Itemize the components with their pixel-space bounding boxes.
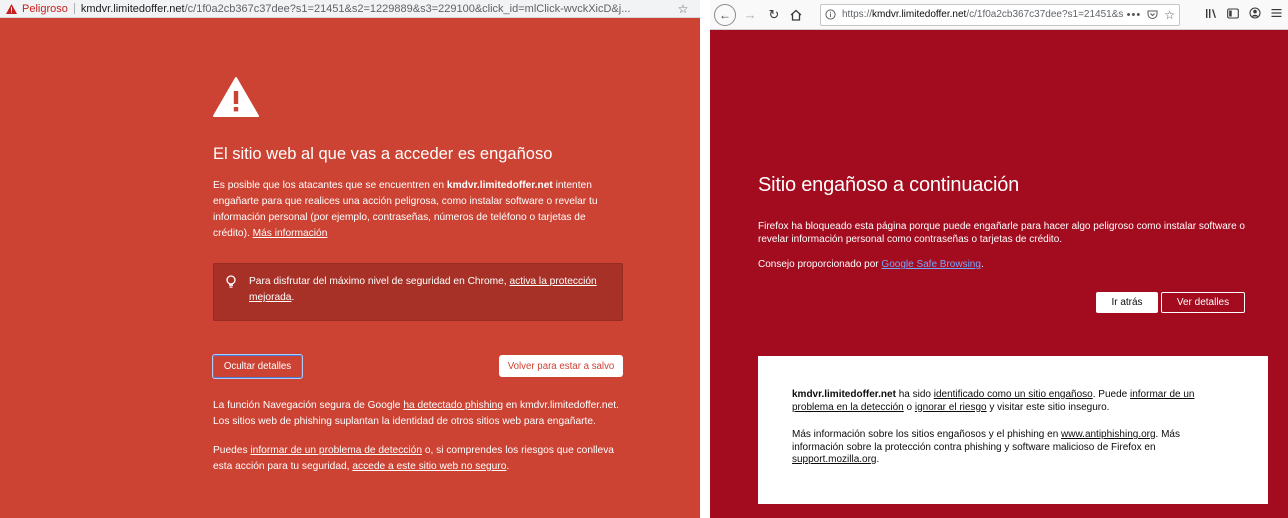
support-mozilla-link[interactable]: support.mozilla.org: [792, 454, 876, 465]
phishing-detected-link[interactable]: ha detectado phishing: [403, 400, 503, 411]
firefox-url-bar[interactable]: https://kmdvr.limitedoffer.net/c/1f0a2cb…: [820, 3, 1180, 26]
identified-deceptive-link[interactable]: identificado como un sitio engañoso: [934, 389, 1093, 400]
details-text: La función Navegación segura de Google: [213, 400, 404, 411]
details-text-5: .: [506, 461, 510, 472]
hide-details-button[interactable]: Ocultar detalles: [212, 354, 303, 379]
panel-paragraph-1: kmdvr.limitedoffer.net ha sido identific…: [792, 389, 1234, 414]
url-rest: /c/1f0a2cb367c37dee?s1=21451&s2=1229889&…: [184, 2, 631, 15]
panel-text: ha sido: [895, 389, 934, 400]
tip-end: .: [291, 292, 295, 303]
panel-host: kmdvr.limitedoffer.net: [792, 389, 896, 400]
more-info-link[interactable]: Más información: [253, 228, 328, 239]
panel-text-7: .: [876, 454, 880, 465]
firefox-url: https://kmdvr.limitedoffer.net/c/1f0a2cb…: [842, 9, 1123, 20]
page-actions-icon[interactable]: •••: [1127, 9, 1142, 21]
panel-text-4: y visitar este sitio inseguro.: [986, 401, 1110, 413]
danger-label: Peligroso: [22, 2, 68, 15]
panel-text-5: Más información sobre los sitios engaños…: [792, 429, 1062, 440]
star-icon[interactable]: ☆: [674, 2, 692, 16]
url-prefix: https://: [842, 9, 873, 20]
see-details-button[interactable]: Ver detalles: [1161, 292, 1245, 313]
toolbar-actions: [1205, 7, 1282, 22]
safe-browsing-link[interactable]: Google Safe Browsing: [881, 259, 981, 270]
chrome-interstitial-main: El sitio web al que vas a acceder es eng…: [213, 76, 623, 242]
divider: [700, 0, 710, 518]
back-to-safety-button[interactable]: Volver para estar a salvo: [499, 355, 623, 377]
reload-icon[interactable]: ↻: [764, 7, 784, 23]
url-rest: /c/1f0a2cb367c37dee?s1=21451&s2=1: [966, 9, 1123, 20]
enhanced-protection-tip: Para disfrutar del máximo nivel de segur…: [213, 263, 623, 321]
details-paragraph-1: La función Navegación segura de Google h…: [213, 398, 623, 430]
details-section: La función Navegación segura de Google h…: [213, 398, 623, 475]
page-title: Sitio engañoso a continuación: [758, 174, 1020, 196]
visit-unsafe-site-link[interactable]: accede a este sitio web no seguro: [352, 461, 506, 472]
tip-text: Para disfrutar del máximo nivel de segur…: [249, 276, 510, 287]
ignore-risk-link[interactable]: ignorar el riesgo: [915, 402, 987, 413]
menu-icon[interactable]: [1271, 8, 1282, 21]
advisory-text: Consejo proporcionado por Google Safe Br…: [758, 259, 1248, 270]
firefox-toolbar: ← → ↻ https://kmdvr.limitedoffer.net/c/1…: [710, 0, 1288, 30]
page-title: El sitio web al que vas a acceder es eng…: [213, 145, 553, 163]
go-back-button[interactable]: Ir atrás: [1096, 292, 1158, 313]
details-panel: kmdvr.limitedoffer.net ha sido identific…: [758, 356, 1268, 504]
warning-body: Firefox ha bloqueado esta página porque …: [758, 221, 1245, 245]
advisory-end: .: [980, 259, 984, 270]
panel-paragraph-2: Más información sobre los sitios engaños…: [792, 429, 1234, 467]
body-text: Es posible que los atacantes que se encu…: [213, 180, 447, 191]
home-icon[interactable]: [786, 9, 806, 21]
separator: [73, 3, 75, 14]
warning-body: Es posible que los atacantes que se encu…: [213, 178, 623, 242]
warning-triangle-icon: [213, 76, 259, 118]
firefox-interstitial-main: Sitio engañoso a continuación Firefox ha…: [758, 174, 1248, 270]
back-arrow-icon[interactable]: ←: [714, 3, 736, 26]
panel-text-2: . Puede: [1092, 389, 1130, 400]
details-text-3: Puedes: [213, 445, 251, 456]
danger-warning-icon: [6, 3, 20, 14]
chrome-address-bar[interactable]: Peligroso kmdvr.limitedoffer.net/c/1f0a2…: [0, 0, 700, 18]
info-icon[interactable]: [825, 9, 839, 20]
chrome-url[interactable]: kmdvr.limitedoffer.net/c/1f0a2cb367c37de…: [81, 3, 674, 15]
star-icon[interactable]: ☆: [1164, 8, 1175, 22]
account-icon[interactable]: [1249, 7, 1261, 22]
advisory-prefix: Consejo proporcionado por: [758, 259, 882, 270]
library-icon[interactable]: [1205, 8, 1217, 22]
body-host: kmdvr.limitedoffer.net: [446, 180, 553, 191]
report-detection-problem-link[interactable]: informar de un problema de detección: [250, 445, 422, 456]
url-host: kmdvr.limitedoffer.net: [872, 9, 967, 20]
antiphishing-link[interactable]: www.antiphishing.org: [1061, 429, 1156, 440]
lightbulb-icon: [225, 275, 237, 289]
panel-text-3: o: [903, 401, 915, 413]
pocket-icon[interactable]: [1147, 9, 1158, 20]
details-paragraph-2: Puedes informar de un problema de detecc…: [213, 443, 623, 475]
firefox-window: ← → ↻ https://kmdvr.limitedoffer.net/c/1…: [710, 0, 1288, 518]
url-host: kmdvr.limitedoffer.net: [80, 2, 185, 15]
forward-arrow-icon[interactable]: →: [740, 7, 760, 22]
sidebar-icon[interactable]: [1227, 7, 1239, 22]
chrome-window: Peligroso kmdvr.limitedoffer.net/c/1f0a2…: [0, 0, 700, 518]
